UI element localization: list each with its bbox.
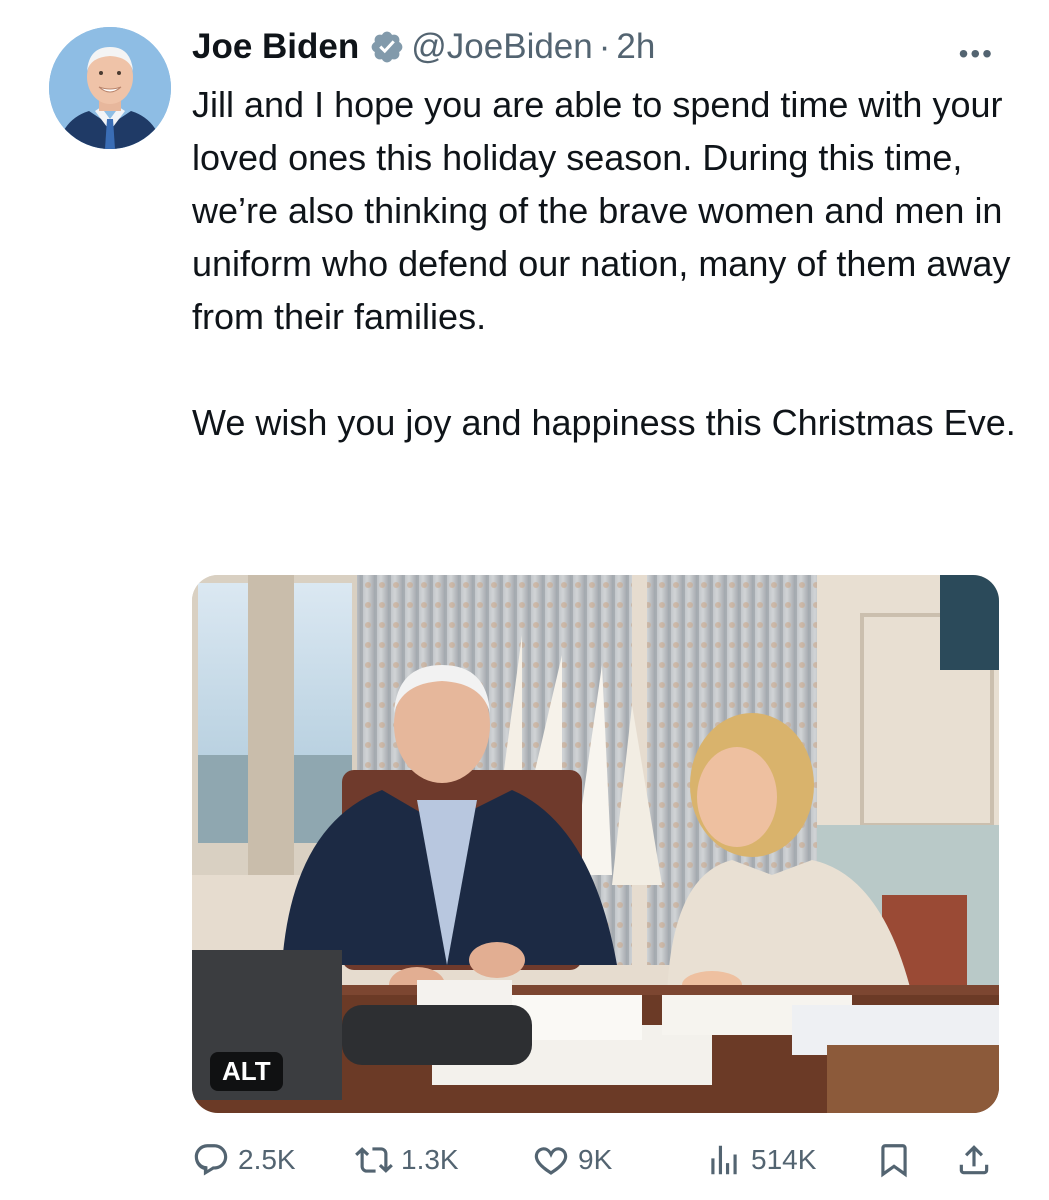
tweet-paragraph: Jill and I hope you are able to spend ti… (192, 84, 1011, 337)
tweet-text: Jill and I hope you are able to spend ti… (192, 78, 1022, 449)
tweet-paragraph: We wish you joy and happiness this Chris… (192, 402, 1016, 443)
more-horizontal-icon[interactable]: ••• (959, 40, 994, 68)
author-name[interactable]: Joe Biden (192, 27, 359, 67)
tweet-photo[interactable]: ALT (192, 575, 999, 1113)
views-button[interactable]: 514K (705, 1138, 816, 1182)
tweet-header: Joe Biden @JoeBiden · 2h (192, 22, 1009, 72)
bookmark-icon (881, 1144, 907, 1178)
heart-icon (534, 1147, 568, 1175)
verified-badge-icon[interactable] (369, 29, 405, 65)
views-count: 514K (751, 1144, 817, 1175)
tweet[interactable]: Joe Biden @JoeBiden · 2h ••• Jill and I … (0, 0, 1049, 1200)
separator-dot: · (598, 27, 611, 66)
reply-button[interactable]: 2.5K (192, 1138, 296, 1182)
avatar[interactable] (49, 27, 171, 149)
avatar-photo (49, 27, 171, 149)
share-icon (959, 1145, 989, 1175)
views-icon (711, 1145, 737, 1175)
tweet-actions: 2.5K 1.3K 9K 514K (192, 1138, 1004, 1182)
author-handle[interactable]: @JoeBiden (411, 27, 592, 67)
repost-count: 1.3K (401, 1144, 459, 1175)
like-button[interactable]: 9K (532, 1138, 612, 1182)
alt-text-button[interactable]: ALT (210, 1052, 283, 1091)
photo-illustration (192, 575, 999, 1113)
share-button[interactable] (955, 1138, 1001, 1182)
bookmark-button[interactable] (875, 1138, 921, 1182)
reply-icon (194, 1144, 228, 1176)
repost-icon (355, 1147, 393, 1173)
timestamp[interactable]: 2h (616, 27, 655, 67)
like-count: 9K (578, 1144, 613, 1175)
reply-count: 2.5K (238, 1144, 296, 1175)
repost-button[interactable]: 1.3K (355, 1138, 459, 1182)
